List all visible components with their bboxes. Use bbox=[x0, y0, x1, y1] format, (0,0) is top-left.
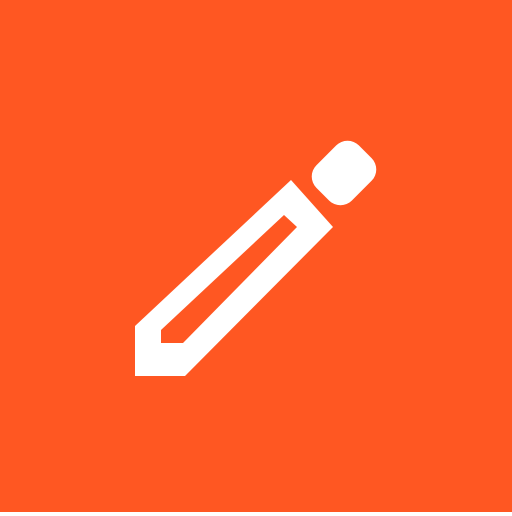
app-icon-tile bbox=[0, 0, 512, 512]
pencil-icon bbox=[0, 0, 512, 512]
